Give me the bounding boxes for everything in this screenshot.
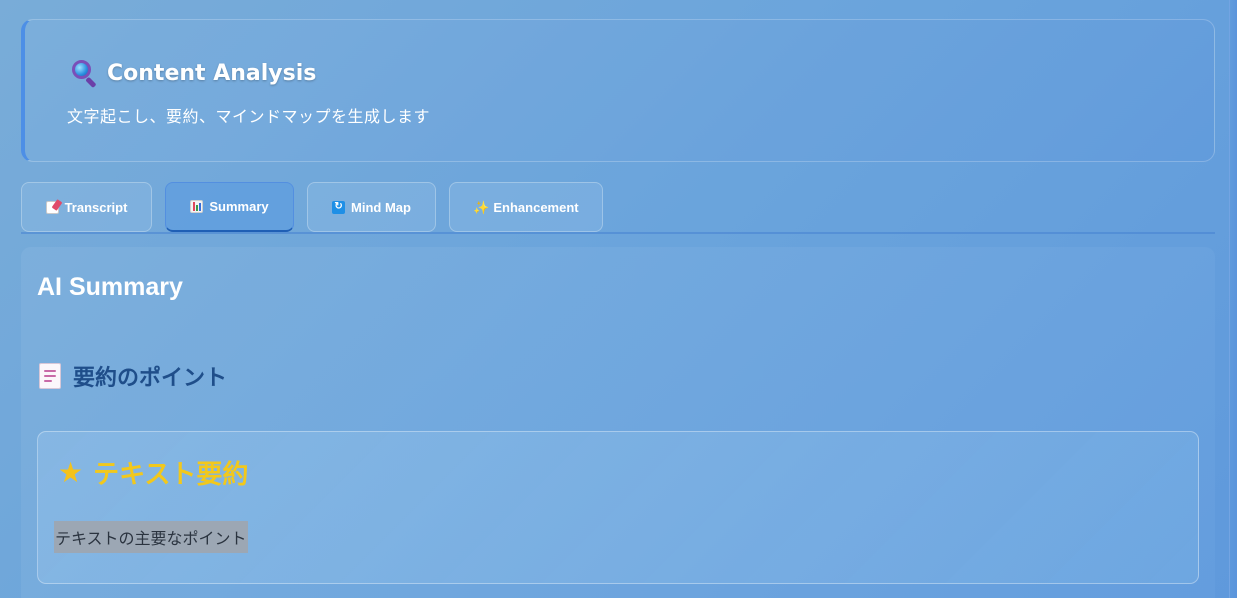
page-subtitle: 文字起こし、要約、マインドマップを生成します bbox=[67, 107, 431, 126]
page-title: Content Analysis bbox=[107, 60, 317, 86]
bar-chart-icon bbox=[190, 200, 204, 213]
panel-title: AI Summary bbox=[37, 273, 183, 301]
section-heading: 要約のポイント bbox=[73, 366, 228, 391]
tab-label: Enhancement bbox=[493, 199, 579, 215]
magnifier-icon bbox=[69, 58, 99, 89]
summary-card: ★ テキスト要約 テキストの主要なポイント bbox=[37, 431, 1199, 584]
refresh-icon: ↻ bbox=[332, 200, 346, 214]
summary-text: テキストの主要なポイント bbox=[54, 521, 248, 553]
section-header: 要約のポイント bbox=[39, 360, 227, 392]
tab-enhancement[interactable]: ✨ Enhancement bbox=[449, 182, 603, 232]
tab-label: Mind Map bbox=[351, 199, 411, 215]
tab-summary[interactable]: Summary bbox=[165, 182, 294, 232]
tab-label: Transcript bbox=[64, 199, 128, 215]
tab-bar: Transcript Summary ↻ Mind Map ✨ Enhancem… bbox=[21, 182, 616, 232]
tab-mind-map[interactable]: ↻ Mind Map bbox=[307, 182, 436, 232]
tab-transcript[interactable]: Transcript bbox=[21, 182, 152, 232]
card-title: テキスト要約 bbox=[93, 460, 249, 490]
tab-divider bbox=[21, 232, 1215, 234]
card-title-row: ★ テキスト要約 bbox=[58, 454, 248, 491]
star-icon: ★ bbox=[58, 455, 84, 489]
document-icon bbox=[39, 363, 61, 389]
memo-icon bbox=[45, 200, 59, 214]
window-edge bbox=[1229, 0, 1237, 598]
header-card: Content Analysis 文字起こし、要約、マインドマップを生成します bbox=[21, 19, 1215, 162]
header-title-row: Content Analysis bbox=[69, 58, 317, 89]
sparkles-icon: ✨ bbox=[473, 199, 490, 215]
tab-label: Summary bbox=[209, 199, 269, 214]
summary-panel: AI Summary 要約のポイント ★ テキスト要約 テキストの主要なポイント bbox=[21, 247, 1215, 598]
